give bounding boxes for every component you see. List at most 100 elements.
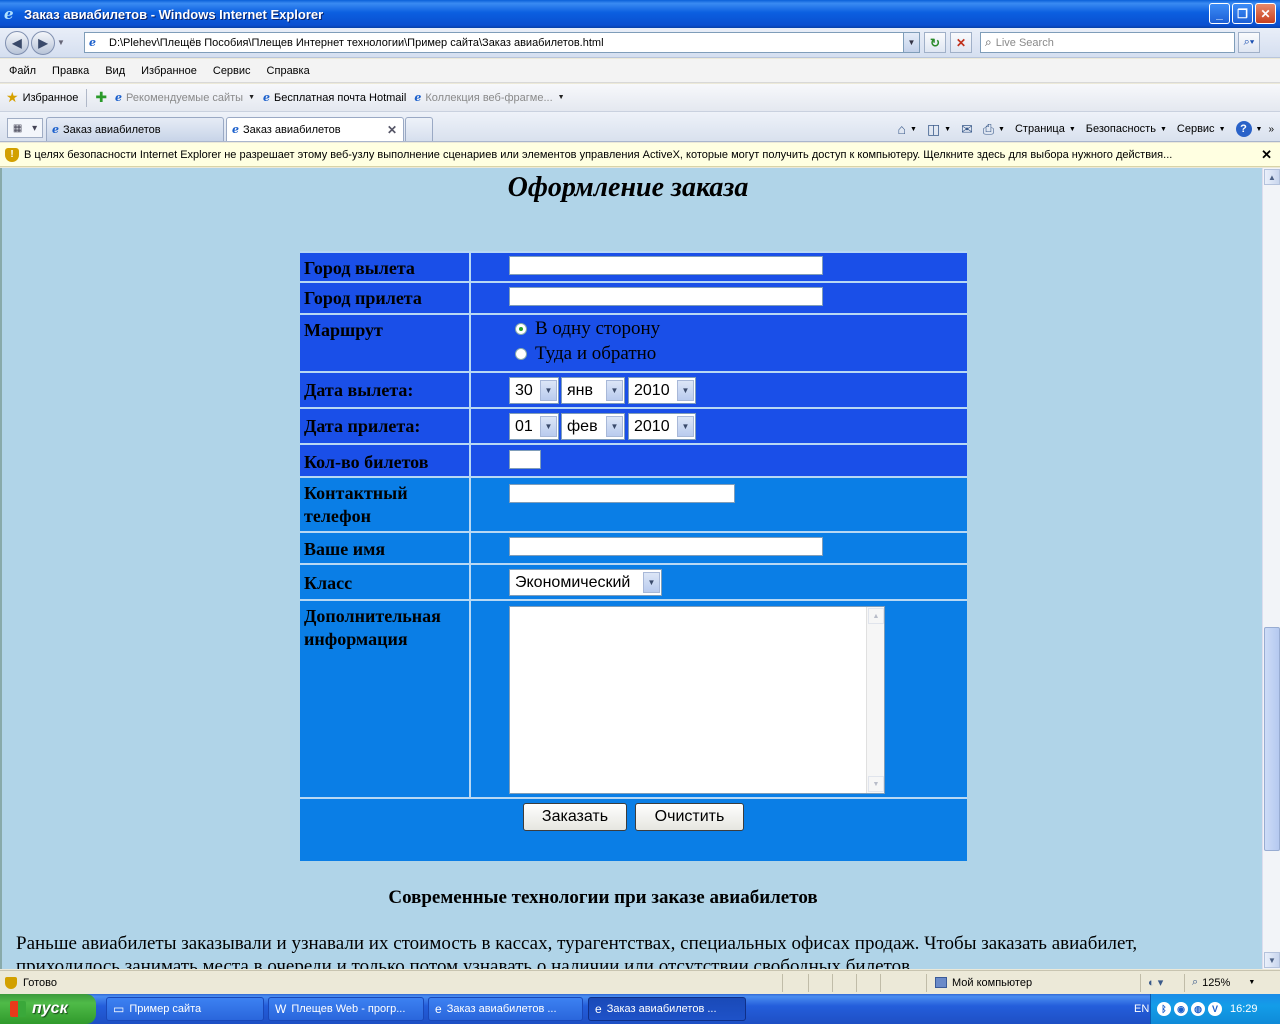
more-commands-icon[interactable]: » xyxy=(1268,124,1274,135)
maximize-button[interactable]: ❐ xyxy=(1232,3,1253,24)
language-indicator[interactable]: EN xyxy=(1134,1003,1149,1015)
clock[interactable]: 16:29 xyxy=(1230,1003,1258,1015)
address-bar[interactable]: e D:\Plehev\Плещёв Пособия\Плещев Интерн… xyxy=(84,32,920,53)
task-ie-1[interactable]: e Заказ авиабилетов ... xyxy=(428,997,583,1021)
tools-menu[interactable]: Сервис ▼ xyxy=(1177,123,1226,135)
app-tray-icon[interactable]: V xyxy=(1208,1002,1222,1016)
divider xyxy=(1184,974,1185,992)
search-placeholder: Live Search xyxy=(995,36,1054,49)
arrival-year-select[interactable]: 2010 ▼ xyxy=(628,413,696,440)
menu-file[interactable]: Файл xyxy=(0,65,44,77)
scroll-down-icon[interactable]: ▼ xyxy=(1264,952,1280,968)
chevron-down-icon[interactable]: ▼ xyxy=(677,416,694,437)
minimize-button[interactable]: _ xyxy=(1209,3,1230,24)
radio-button-checked[interactable] xyxy=(515,323,527,335)
radio-one-way[interactable]: В одну сторону xyxy=(515,318,660,340)
quick-tabs-button[interactable]: ▦ ▾ xyxy=(7,118,43,138)
phone-input[interactable] xyxy=(509,484,735,503)
add-favorite-icon[interactable]: ✚ xyxy=(95,89,107,106)
menu-edit[interactable]: Правка xyxy=(44,65,97,77)
departure-year-select[interactable]: 2010 ▼ xyxy=(628,377,696,404)
suggested-sites-link[interactable]: e Рекомендуемые сайты ▼ xyxy=(115,91,255,104)
menu-favorites[interactable]: Избранное xyxy=(133,65,205,77)
home-button[interactable]: ⌂ ▼ xyxy=(898,121,917,137)
submit-button[interactable]: Заказать xyxy=(523,803,627,831)
textarea-scrollbar[interactable]: ▲ ▼ xyxy=(866,607,884,793)
chevron-down-icon[interactable]: ▼ xyxy=(643,572,660,593)
address-dropdown-icon[interactable]: ▼ xyxy=(903,33,919,52)
web-slice-label: Коллекция веб-фрагме... xyxy=(425,91,553,104)
radio-button[interactable] xyxy=(515,348,527,360)
start-button[interactable]: пуск xyxy=(0,994,96,1024)
scrollbar-thumb[interactable] xyxy=(1264,627,1280,851)
back-button[interactable]: ◀ xyxy=(5,30,29,55)
chevron-down-icon[interactable]: ▼ xyxy=(606,416,623,437)
radio-round-trip[interactable]: Туда и обратно xyxy=(515,343,656,365)
address-url[interactable]: D:\Plehev\Плещёв Пособия\Плещев Интернет… xyxy=(109,37,899,49)
scroll-up-icon[interactable]: ▲ xyxy=(1264,169,1280,185)
hotmail-link[interactable]: e Бесплатная почта Hotmail xyxy=(263,91,406,104)
arrival-day-select[interactable]: 01 ▼ xyxy=(509,413,559,440)
tickets-input[interactable] xyxy=(509,450,541,469)
search-input[interactable]: ⌕ Live Search xyxy=(980,32,1235,53)
folder-icon: ▭ xyxy=(113,1002,125,1016)
departure-month-select[interactable]: янв ▼ xyxy=(561,377,625,404)
reset-button[interactable]: Очистить xyxy=(635,803,744,831)
chevron-down-icon[interactable]: ▼ xyxy=(606,380,623,401)
search-button[interactable]: ⌕▾ xyxy=(1238,32,1260,53)
refresh-button[interactable]: ↻ xyxy=(924,32,946,53)
history-dropdown-icon[interactable]: ▼ xyxy=(57,38,69,47)
menu-tools[interactable]: Сервис xyxy=(205,65,259,77)
name-input[interactable] xyxy=(509,537,823,556)
chevron-down-icon[interactable]: ▼ xyxy=(540,380,557,401)
menu-view[interactable]: Вид xyxy=(97,65,133,77)
tickets-label: Кол-во билетов xyxy=(300,445,471,477)
antivirus-icon[interactable]: ◉ xyxy=(1174,1002,1188,1016)
stop-button[interactable]: ✕ xyxy=(950,32,972,53)
task-ie-2-active[interactable]: e Заказ авиабилетов ... xyxy=(588,997,746,1021)
feeds-button[interactable]: ◫ ▼ xyxy=(927,121,951,138)
favorites-button[interactable]: Избранное xyxy=(23,92,79,104)
arrival-city-input[interactable] xyxy=(509,287,823,306)
close-tab-icon[interactable]: ✕ xyxy=(387,123,397,137)
chevron-down-icon[interactable]: ▼ xyxy=(540,416,557,437)
help-button[interactable]: ? ▼ xyxy=(1235,121,1262,137)
task-label: Плещев Web - прогр... xyxy=(291,1003,406,1015)
bluetooth-icon[interactable]: ᛒ xyxy=(1157,1002,1171,1016)
task-folder[interactable]: ▭ Пример сайта xyxy=(106,997,264,1021)
menu-help[interactable]: Справка xyxy=(259,65,318,77)
web-slice-gallery-link[interactable]: e Коллекция веб-фрагме... ▼ xyxy=(414,91,564,104)
departure-city-input[interactable] xyxy=(509,256,823,275)
close-button[interactable]: ✕ xyxy=(1255,3,1276,24)
close-info-bar-icon[interactable]: ✕ xyxy=(1261,147,1272,163)
print-button[interactable]: ⎙ ▼ xyxy=(983,121,1005,138)
security-info-bar[interactable]: ! В целях безопасности Internet Explorer… xyxy=(0,143,1280,167)
computer-icon xyxy=(935,977,947,988)
network-icon[interactable]: ◍ xyxy=(1191,1002,1205,1016)
task-word[interactable]: W Плещев Web - прогр... xyxy=(268,997,424,1021)
protected-mode-icon[interactable]: ◐ ▾ xyxy=(1148,976,1163,989)
new-tab-button[interactable] xyxy=(405,117,433,141)
tab-order-1[interactable]: e Заказ авиабилетов xyxy=(46,117,224,141)
page-menu[interactable]: Страница ▼ xyxy=(1015,123,1076,135)
arrival-month-select[interactable]: фев ▼ xyxy=(561,413,625,440)
departure-day-select[interactable]: 30 ▼ xyxy=(509,377,559,404)
scroll-up-icon[interactable]: ▲ xyxy=(868,608,884,624)
row-class: Класс Экономический ▼ xyxy=(300,563,967,600)
chevron-down-icon[interactable]: ▼ xyxy=(677,380,694,401)
favorites-star-icon[interactable]: ★ xyxy=(6,89,19,106)
extra-info-textarea[interactable]: ▲ ▼ xyxy=(509,606,885,794)
ie-page-icon: e xyxy=(115,91,123,104)
mail-icon: ✉ xyxy=(961,120,973,137)
tab-order-2-active[interactable]: e Заказ авиабилетов ✕ xyxy=(226,117,404,141)
forward-button[interactable]: ▶ xyxy=(31,30,55,55)
scroll-down-icon[interactable]: ▼ xyxy=(868,776,884,792)
security-zone[interactable]: Мой компьютер xyxy=(935,977,1032,989)
page-scrollbar[interactable]: ▲ ▼ xyxy=(1262,168,1280,969)
mail-button[interactable]: ✉ xyxy=(961,121,973,138)
zoom-control[interactable]: ⌕ 125% ▼ xyxy=(1192,976,1255,989)
ie-logo-icon: e xyxy=(435,1002,442,1016)
class-select[interactable]: Экономический ▼ xyxy=(509,569,662,596)
safety-menu[interactable]: Безопасность ▼ xyxy=(1086,123,1167,135)
divider xyxy=(808,974,809,992)
